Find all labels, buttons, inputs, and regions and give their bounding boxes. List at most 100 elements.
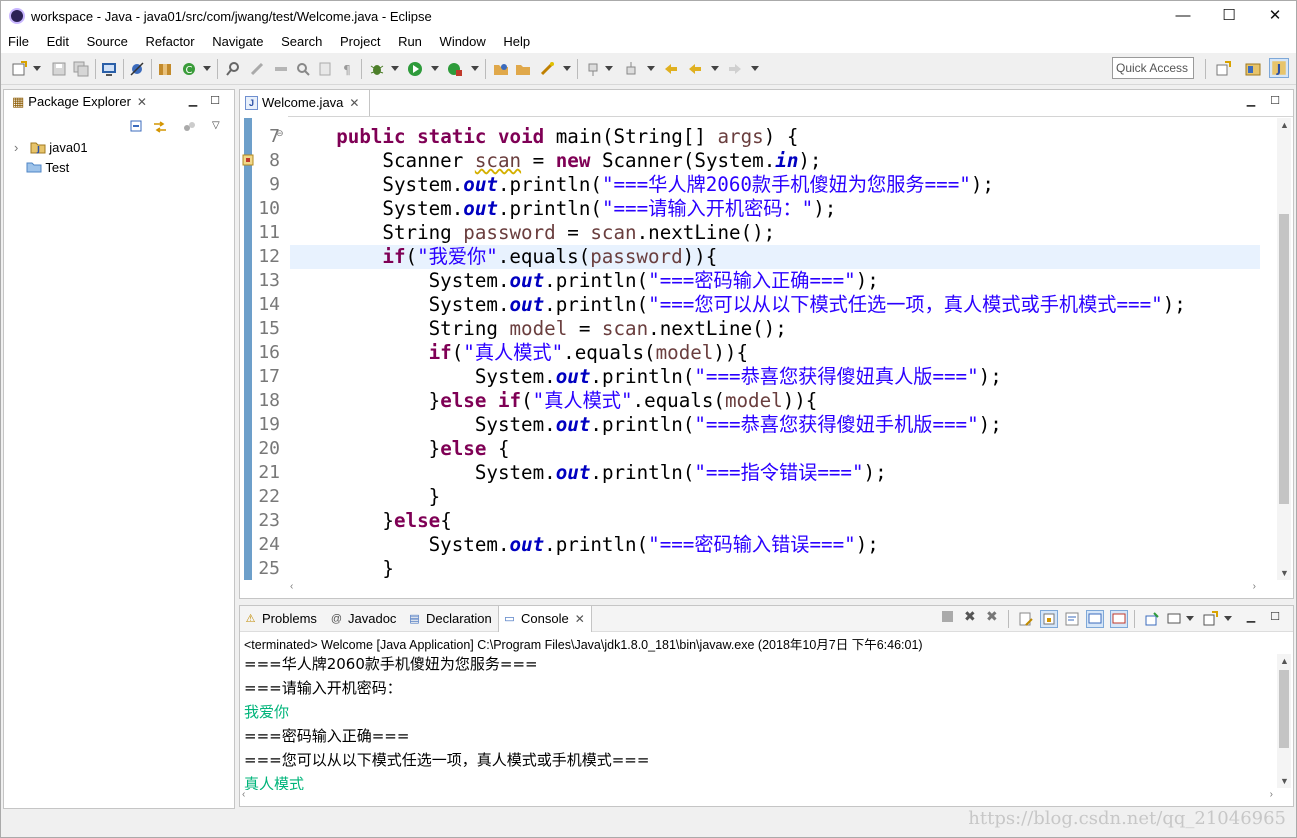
display-console-icon[interactable] [1166,611,1182,627]
open-type-icon[interactable] [225,61,241,77]
menu-file[interactable]: File [1,31,36,49]
code-line[interactable]: System.out.println("===您可以从以下模式任选一项，真人模式… [290,293,1260,317]
show-whitespace-icon[interactable] [317,61,333,77]
minimize-editor-button[interactable]: ▁ [1244,94,1258,108]
open-perspective-icon[interactable] [1215,61,1231,77]
code-line[interactable]: System.out.println("===恭喜您获得傻妞真人版==="); [290,365,1260,389]
view-menu-icon[interactable]: ▽ [212,120,220,131]
annotation-icon[interactable] [539,61,555,77]
editor-horizontal-scrollbar[interactable]: ‹ › [288,581,1258,596]
java-ee-perspective-icon[interactable] [1245,61,1261,77]
next-annotation-icon[interactable] [585,61,601,77]
editor-scroll-thumb[interactable] [1279,214,1289,504]
pin-console-icon[interactable] [1144,611,1160,627]
close-icon[interactable]: ✕ [137,90,147,114]
new-java-package-icon[interactable] [157,61,173,77]
forward-icon[interactable] [727,61,743,77]
show-block-icon[interactable]: ¶ [339,61,355,77]
save-all-icon[interactable] [73,61,89,77]
maximize-view-button[interactable]: ☐ [208,94,222,108]
expand-chevron-icon[interactable]: › [14,138,26,158]
menu-search[interactable]: Search [274,31,329,49]
external-tools-icon[interactable] [447,61,463,77]
minimize-console-button[interactable]: ▁ [1244,610,1258,624]
skip-breakpoints-icon[interactable] [129,61,145,77]
menu-navigate[interactable]: Navigate [205,31,270,49]
code-line[interactable]: System.out.println("===请输入开机密码："); [290,197,1260,221]
menu-project[interactable]: Project [333,31,387,49]
quick-access-input[interactable]: Quick Access [1112,57,1194,79]
maximize-console-button[interactable]: ☐ [1268,610,1282,624]
code-line[interactable]: if("我爱你".equals(password)){ [290,245,1260,269]
new-java-class-icon[interactable]: C [181,61,197,77]
debug-icon[interactable] [369,61,385,77]
toggle-breadcrumb-icon[interactable] [273,61,289,77]
collapse-all-icon[interactable] [130,120,144,134]
scroll-lock-icon[interactable] [1040,610,1058,628]
tree-item-test[interactable]: Test [26,158,69,178]
console-horizontal-scrollbar[interactable]: ‹ › [240,789,1275,804]
terminal-icon[interactable] [101,61,117,77]
toggle-mark-icon[interactable] [249,61,265,77]
code-line[interactable]: System.out.println("===密码输入正确==="); [290,269,1260,293]
close-icon[interactable]: ✕ [349,90,359,116]
code-line[interactable]: System.out.println("===华人牌2060款手机傻妞为您服务=… [290,173,1260,197]
previous-annotation-icon[interactable] [623,61,639,77]
search-icon[interactable] [295,61,311,77]
maximize-button[interactable]: ☐ [1206,1,1252,31]
new-icon[interactable] [11,61,27,77]
code-line[interactable]: String model = scan.nextLine(); [290,317,1260,341]
close-icon[interactable]: ✕ [575,606,585,632]
code-line[interactable]: System.out.println("===指令错误==="); [290,461,1260,485]
tab-problems[interactable]: ⚠ Problems [240,606,322,632]
console-vertical-scrollbar[interactable]: ▲ ▼ [1277,654,1291,788]
save-icon[interactable] [51,61,67,77]
maximize-editor-button[interactable]: ☐ [1268,94,1282,108]
code-line[interactable]: Scanner scan = new Scanner(System.in); [290,149,1260,173]
code-line[interactable]: } [290,557,1260,581]
java-perspective-icon[interactable]: J [1269,58,1289,78]
clear-console-icon[interactable] [1018,611,1034,627]
open-console-icon[interactable] [1202,611,1218,627]
tab-javadoc[interactable]: @ Javadoc [326,606,404,632]
editor-tab-welcome-java[interactable]: J Welcome.java ✕ [240,90,370,116]
show-on-output-icon[interactable] [1086,610,1104,628]
minimize-button[interactable]: — [1160,1,1206,31]
terminate-icon[interactable] [942,611,953,622]
tab-console[interactable]: ▭ Console ✕ [498,606,592,632]
tab-declaration[interactable]: ▤ Declaration [404,606,498,632]
back-icon[interactable] [687,61,703,77]
remove-all-terminated-icon[interactable]: ✖ [986,608,998,625]
menu-edit[interactable]: Edit [40,31,76,49]
open-folder-icon[interactable] [493,61,509,77]
run-icon[interactable] [407,61,423,77]
menu-refactor[interactable]: Refactor [138,31,201,49]
code-line[interactable]: }else { [290,437,1260,461]
menu-help[interactable]: Help [496,31,537,49]
menu-source[interactable]: Source [80,31,135,49]
code-line[interactable]: if("真人模式".equals(model)){ [290,341,1260,365]
close-button[interactable]: ✕ [1252,1,1296,31]
tab-package-explorer[interactable]: ▦ Package Explorer ✕ [4,90,164,114]
code-line[interactable]: System.out.println("===恭喜您获得傻妞手机版==="); [290,413,1260,437]
word-wrap-icon[interactable] [1064,611,1080,627]
menu-run[interactable]: Run [391,31,429,49]
link-with-editor-icon[interactable] [152,120,168,134]
remove-launch-icon[interactable]: ✖ [964,608,976,625]
code-line[interactable]: String password = scan.nextLine(); [290,221,1260,245]
menu-window[interactable]: Window [433,31,493,49]
code-line[interactable]: }else if("真人模式".equals(model)){ [290,389,1260,413]
code-line[interactable]: }else{ [290,509,1260,533]
tree-item-java01[interactable]: › J java01 [14,138,88,158]
console-scroll-thumb[interactable] [1279,670,1289,748]
last-edit-location-icon[interactable] [663,61,679,77]
code-line[interactable]: public static void main(String[] args) { [290,125,1260,149]
editor-vertical-scrollbar[interactable]: ▲ ▼ [1277,118,1291,580]
code-area[interactable]: public static void main(String[] args) {… [290,125,1260,583]
minimize-view-button[interactable]: ▁ [186,94,200,108]
code-line[interactable]: } [290,485,1260,509]
show-on-error-icon[interactable] [1110,610,1128,628]
open-task-icon[interactable] [515,61,531,77]
code-line[interactable]: System.out.println("===密码输入错误==="); [290,533,1260,557]
focus-icon[interactable] [182,120,196,134]
